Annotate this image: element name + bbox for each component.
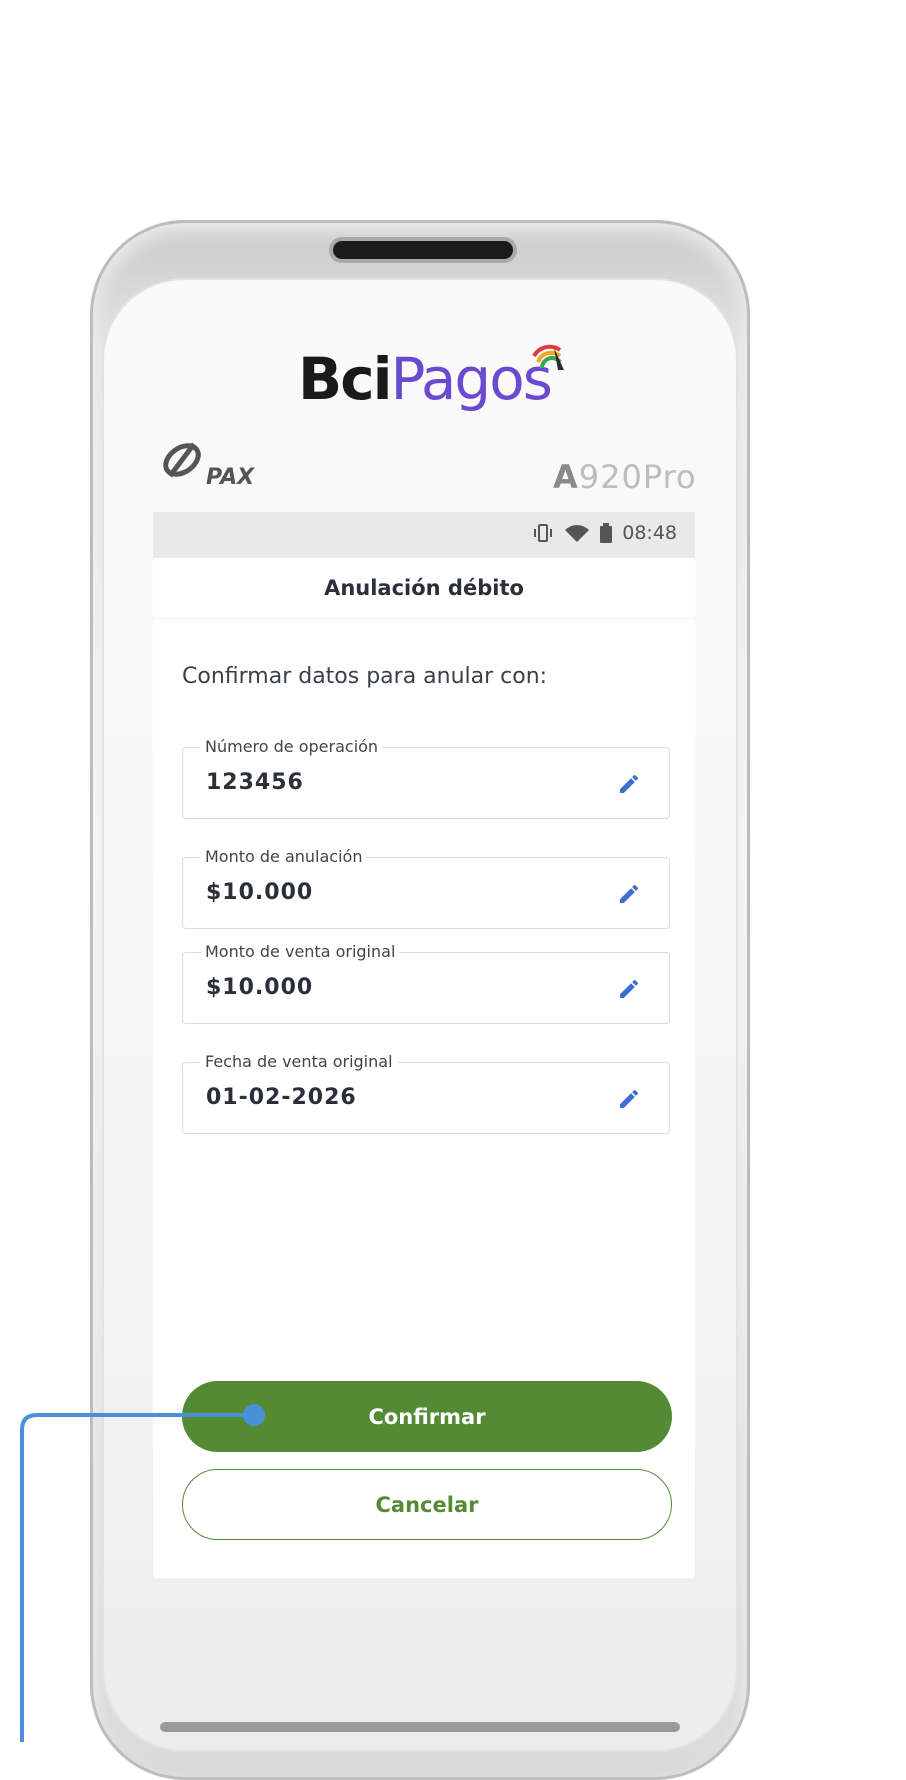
confirm-prompt: Confirmar datos para anular con: (182, 664, 548, 689)
brand-part1: Bci (298, 345, 392, 413)
field-label: Número de operación (201, 737, 383, 756)
field-value: 01-02-2026 (206, 1085, 357, 1110)
field-label: Monto de venta original (201, 942, 400, 961)
brand-part2: Pagos (390, 345, 552, 413)
cancel-button[interactable]: Cancelar (182, 1469, 672, 1540)
device-speaker (333, 241, 513, 259)
battery-icon (600, 523, 613, 543)
vibrate-icon (532, 523, 554, 543)
status-bar: 08:48 (153, 512, 695, 558)
edit-icon[interactable] (617, 977, 641, 1001)
field-label: Monto de anulación (201, 847, 367, 866)
field-label: Fecha de venta original (201, 1052, 397, 1071)
original-sale-amount-field[interactable]: Monto de venta original $10.000 (182, 942, 670, 1024)
page-title: Anulación débito (324, 576, 524, 600)
field-value: 123456 (206, 770, 304, 795)
status-icons: 08:48 (532, 522, 677, 544)
device-model-rest: 920Pro (578, 458, 697, 496)
field-value: $10.000 (206, 880, 314, 905)
device-model-bold: A (553, 458, 579, 496)
confirm-button[interactable]: Confirmar (182, 1381, 672, 1452)
field-value: $10.000 (206, 975, 314, 1000)
device-bottom-edge (160, 1722, 680, 1732)
pax-logo: PAX (163, 442, 255, 490)
edit-icon[interactable] (617, 1087, 641, 1111)
wifi-icon (564, 523, 590, 543)
original-sale-date-field[interactable]: Fecha de venta original 01-02-2026 (182, 1052, 670, 1134)
edit-icon[interactable] (617, 772, 641, 796)
void-amount-field[interactable]: Monto de anulación $10.000 (182, 847, 670, 929)
pax-logo-text: PAX (206, 465, 255, 490)
bcipagos-logo: BciPagos (298, 345, 553, 413)
pos-screen: 08:48 Anulación débito Confirmar datos p… (153, 512, 695, 1578)
edit-icon[interactable] (617, 882, 641, 906)
operation-number-field[interactable]: Número de operación 123456 (182, 737, 670, 819)
status-time: 08:48 (622, 522, 677, 544)
device-model: A920Pro (553, 458, 697, 496)
brand-arc-icon (532, 344, 564, 370)
app-bar: Anulación débito (153, 558, 695, 619)
